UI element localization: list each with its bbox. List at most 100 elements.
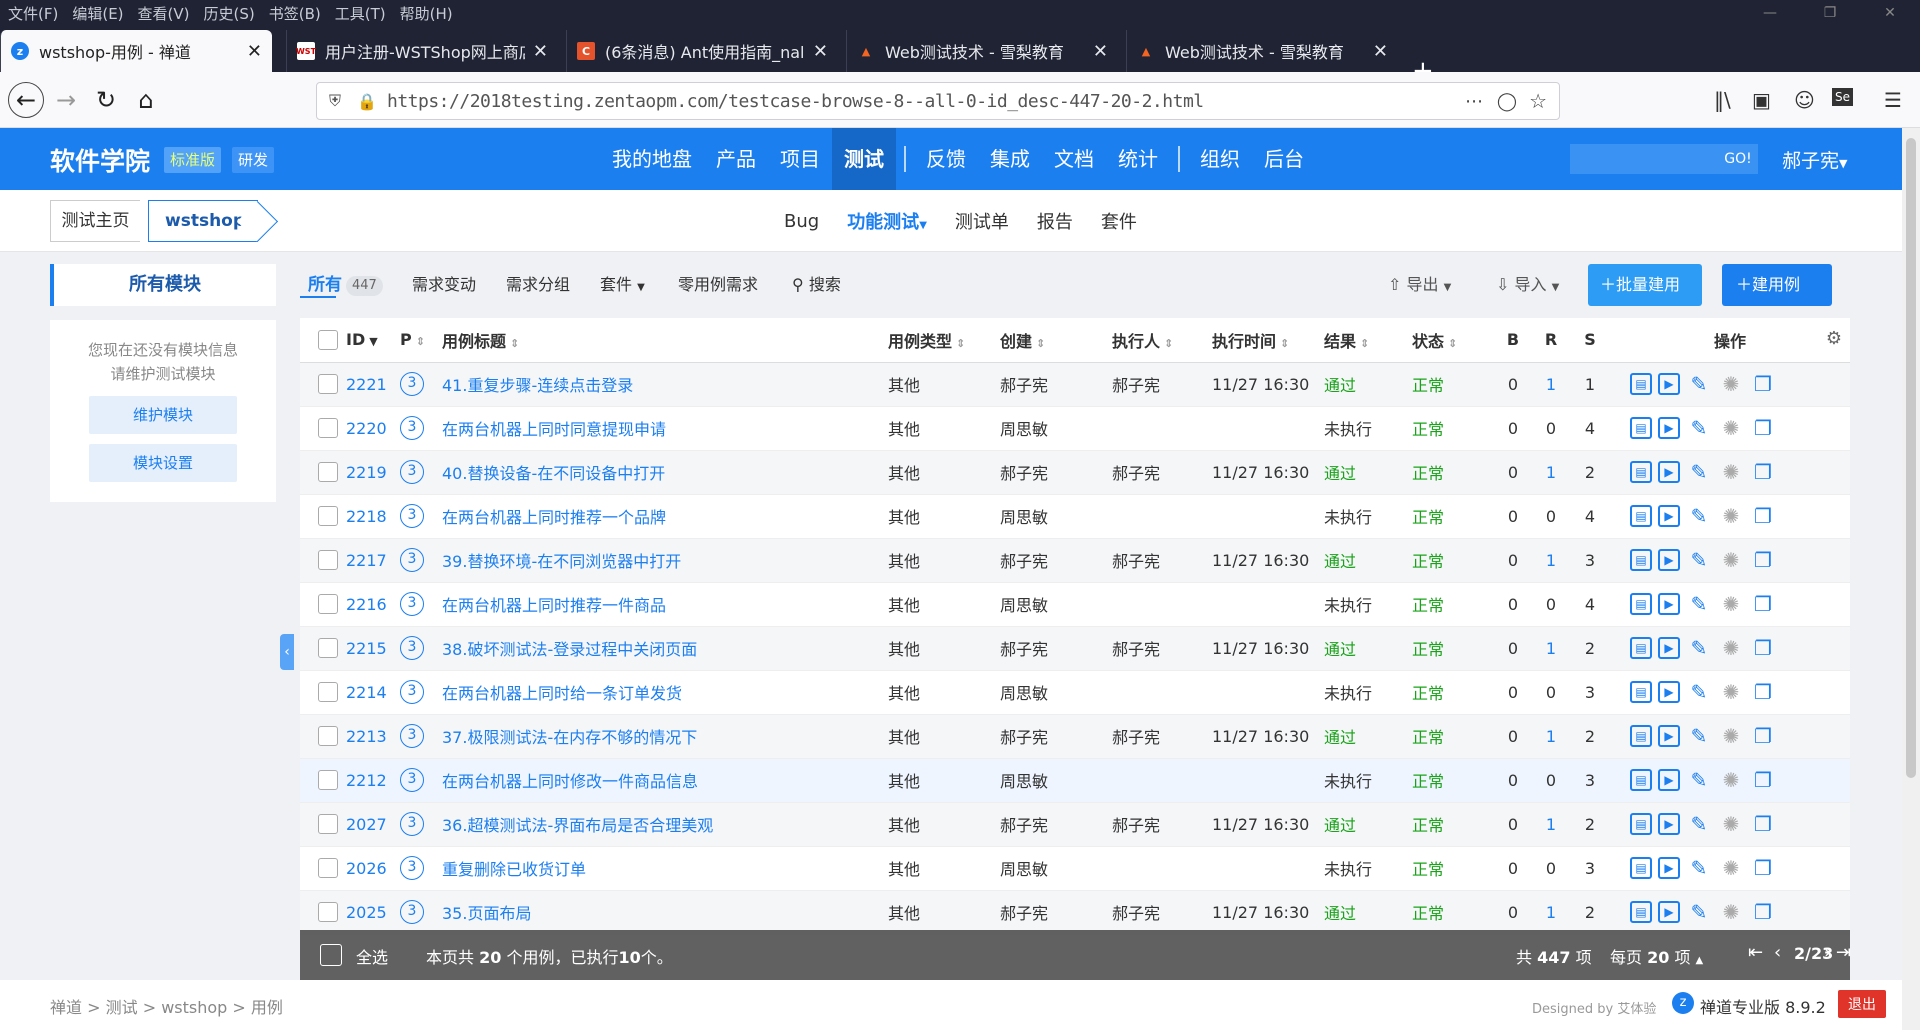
copy-icon[interactable]: ❐ xyxy=(1750,855,1776,881)
view-icon[interactable]: ▤ xyxy=(1630,725,1652,747)
next-page-icon[interactable]: › xyxy=(1824,942,1831,963)
col-id[interactable]: ID ▼ xyxy=(346,318,400,363)
more-dots-icon[interactable]: ⋯ xyxy=(1465,91,1483,112)
row-checkbox[interactable] xyxy=(318,638,338,659)
case-id-link[interactable]: 2213 xyxy=(346,727,387,746)
case-id-link[interactable]: 2217 xyxy=(346,551,387,570)
case-id-link[interactable]: 2220 xyxy=(346,419,387,438)
tab-wstshop[interactable]: z wstshop-用例 - 禅道 ✕ xyxy=(0,30,272,72)
copy-icon[interactable]: ❐ xyxy=(1750,767,1776,793)
minimize-icon[interactable]: — xyxy=(1740,0,1800,26)
scrollbar-thumb[interactable] xyxy=(1906,138,1916,778)
col-creator[interactable]: 创建 ⇕ xyxy=(1000,318,1112,363)
bug-icon[interactable]: ✺ xyxy=(1718,855,1744,881)
case-id-link[interactable]: 2027 xyxy=(346,815,387,834)
nav-my[interactable]: 我的地盘 xyxy=(600,128,704,190)
brand-title[interactable]: 软件学院 xyxy=(50,142,150,178)
case-id-link[interactable]: 2221 xyxy=(346,375,387,394)
table-row[interactable]: 2213 3 37.极限测试法-在内存不够的情况下 其他 郝子宪 郝子宪 11/27 16:… xyxy=(300,714,1850,759)
table-row[interactable]: 2216 3 在两台机器上同时推荐一件商品 其他 周思敏 未执行 正常 0 0 4 ▤ ▶ ✎ ✺ ❐ xyxy=(300,582,1850,627)
menu-edit[interactable]: 编辑(E) xyxy=(72,3,123,24)
col-pri[interactable]: P ⇕ xyxy=(400,318,442,363)
bug-icon[interactable]: ✺ xyxy=(1718,899,1744,925)
case-id-link[interactable]: 2025 xyxy=(346,903,387,922)
forward-icon[interactable]: → xyxy=(48,82,84,118)
create-case-button[interactable]: ＋建用例 xyxy=(1722,264,1832,306)
case-id-link[interactable]: 2216 xyxy=(346,595,387,614)
row-checkbox[interactable] xyxy=(318,594,338,615)
table-row[interactable]: 2220 3 在两台机器上同时同意提现申请 其他 周思敏 未执行 正常 0 0 4 ▤ ▶ ✎ ✺ ❐ xyxy=(300,406,1850,451)
case-title-link[interactable]: 35.页面布局 xyxy=(442,904,531,923)
row-checkbox[interactable] xyxy=(318,726,338,747)
table-row[interactable]: 2214 3 在两台机器上同时给一条订单发货 其他 周思敏 未执行 正常 0 0 3 ▤ ▶ ✎ ✺ ❐ xyxy=(300,670,1850,715)
close-tab-icon[interactable]: ✕ xyxy=(247,41,262,62)
tab-web-test-2[interactable]: ▲ Web测试技术 - 雪梨教育 ✕ xyxy=(1126,30,1398,72)
copy-icon[interactable]: ❐ xyxy=(1750,415,1776,441)
menu-help[interactable]: 帮助(H) xyxy=(400,3,453,24)
nav-test[interactable]: 测试 xyxy=(832,128,896,190)
copy-icon[interactable]: ❐ xyxy=(1750,899,1776,925)
page-scrollbar[interactable] xyxy=(1902,128,1920,1030)
bug-icon[interactable]: ✺ xyxy=(1718,767,1744,793)
home-icon[interactable]: ⌂ xyxy=(128,82,164,118)
col-exec-time[interactable]: 执行时间 ⇕ xyxy=(1212,318,1324,363)
edit-icon[interactable]: ✎ xyxy=(1686,679,1712,705)
row-checkbox[interactable] xyxy=(318,858,338,879)
user-menu[interactable]: 郝子宪▼ xyxy=(1782,146,1847,173)
view-icon[interactable]: ▤ xyxy=(1630,373,1652,395)
run-icon[interactable]: ▶ xyxy=(1658,593,1680,615)
run-icon[interactable]: ▶ xyxy=(1658,725,1680,747)
edit-icon[interactable]: ✎ xyxy=(1686,811,1712,837)
filter-all[interactable]: 所有 xyxy=(308,264,342,306)
sidebar-icon[interactable]: ▣ xyxy=(1752,88,1771,112)
import-button[interactable]: ⇩ 导入 ▼ xyxy=(1496,264,1559,306)
crumb-case[interactable]: 用例 xyxy=(251,998,283,1017)
run-icon[interactable]: ▶ xyxy=(1658,549,1680,571)
crumb-test[interactable]: 测试 xyxy=(106,998,138,1017)
header-checkbox[interactable] xyxy=(318,330,338,350)
bug-icon[interactable]: ✺ xyxy=(1718,635,1744,661)
select-all-header[interactable] xyxy=(300,318,346,363)
maximize-icon[interactable]: ❐ xyxy=(1800,0,1860,26)
run-icon[interactable]: ▶ xyxy=(1658,461,1680,483)
run-icon[interactable]: ▶ xyxy=(1658,901,1680,923)
case-id-link[interactable]: 2026 xyxy=(346,859,387,878)
selenium-icon[interactable]: Se xyxy=(1832,88,1853,106)
tab-testtask[interactable]: 测试单 xyxy=(941,208,1023,234)
last-page-icon[interactable]: ⇥ xyxy=(1836,942,1851,963)
edit-icon[interactable]: ✎ xyxy=(1686,855,1712,881)
run-icon[interactable]: ▶ xyxy=(1658,373,1680,395)
bug-icon[interactable]: ✺ xyxy=(1718,811,1744,837)
case-id-link[interactable]: 2212 xyxy=(346,771,387,790)
case-title-link[interactable]: 37.极限测试法-在内存不够的情况下 xyxy=(442,728,697,747)
nav-admin[interactable]: 后台 xyxy=(1252,128,1316,190)
table-row[interactable]: 2218 3 在两台机器上同时推荐一个品牌 其他 周思敏 未执行 正常 0 0 4 ▤ ▶ ✎ ✺ ❐ xyxy=(300,494,1850,539)
view-icon[interactable]: ▤ xyxy=(1630,505,1652,527)
menu-history[interactable]: 历史(S) xyxy=(204,3,255,24)
header-search-input[interactable] xyxy=(1570,144,1718,174)
col-result[interactable]: 结果 ⇕ xyxy=(1324,318,1412,363)
close-window-icon[interactable]: ✕ xyxy=(1860,0,1920,26)
case-title-link[interactable]: 39.替换环境-在不同浏览器中打开 xyxy=(442,552,681,571)
table-row[interactable]: 2217 3 39.替换环境-在不同浏览器中打开 其他 郝子宪 郝子宪 11/27 16:3… xyxy=(300,538,1850,583)
edit-icon[interactable]: ✎ xyxy=(1686,503,1712,529)
edit-icon[interactable]: ✎ xyxy=(1686,899,1712,925)
module-settings-button[interactable]: 模块设置 xyxy=(89,444,237,482)
crumb-zentao[interactable]: 禅道 xyxy=(50,998,82,1017)
col-title[interactable]: 用例标题 ⇕ xyxy=(442,318,888,363)
tab-bug[interactable]: Bug xyxy=(770,211,833,232)
row-checkbox[interactable] xyxy=(318,374,338,395)
table-row[interactable]: 2025 3 35.页面布局 其他 郝子宪 郝子宪 11/27 16:30 通过 正常 0 1 2 ▤ ▶… xyxy=(300,890,1850,935)
pocket-icon[interactable]: ◯ xyxy=(1497,91,1517,112)
collapse-sidebar-icon[interactable]: ‹ xyxy=(280,634,294,670)
filter-suite[interactable]: 套件 ▼ xyxy=(600,264,645,306)
row-checkbox[interactable] xyxy=(318,770,338,791)
hamburger-menu-icon[interactable]: ☰ xyxy=(1884,88,1902,112)
case-id-link[interactable]: 2219 xyxy=(346,463,387,482)
case-title-link[interactable]: 重复删除已收货订单 xyxy=(442,860,586,879)
edit-icon[interactable]: ✎ xyxy=(1686,459,1712,485)
view-icon[interactable]: ▤ xyxy=(1630,857,1652,879)
case-title-link[interactable]: 在两台机器上同时给一条订单发货 xyxy=(442,684,682,703)
url-bar[interactable]: ⛨ 🔒 https://2018testing.zentaopm.com/tes… xyxy=(316,82,1560,120)
bug-icon[interactable]: ✺ xyxy=(1718,723,1744,749)
